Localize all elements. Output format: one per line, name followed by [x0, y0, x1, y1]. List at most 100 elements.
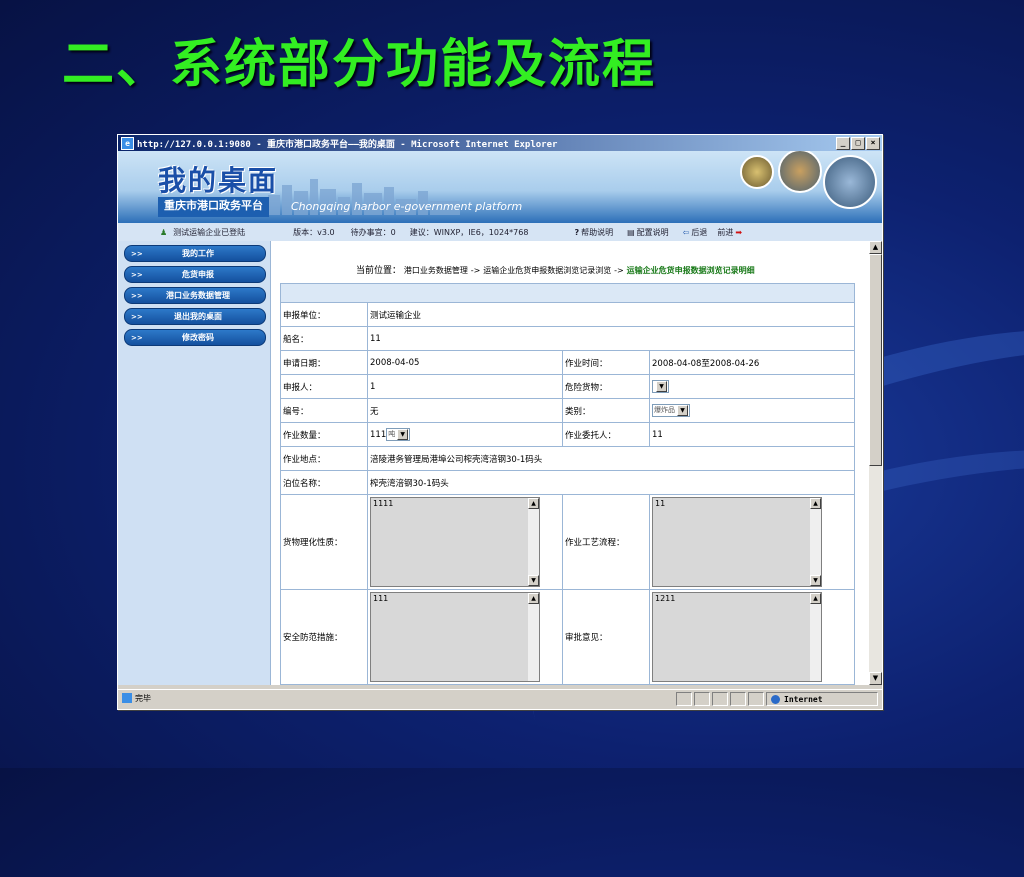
close-button[interactable]: ×: [866, 137, 880, 150]
scroll-up-icon[interactable]: ▲: [869, 241, 882, 254]
status-cell: [694, 692, 710, 706]
field-label: 危险货物：: [562, 374, 650, 399]
field-label: 申请日期：: [280, 350, 368, 375]
status-text: 完毕: [135, 693, 151, 703]
status-cell: [712, 692, 728, 706]
field-label: 申报单位：: [280, 302, 368, 327]
sidebar-item-label: 港口业务数据管理: [166, 291, 230, 300]
textarea-scrollbar[interactable]: ▲: [528, 593, 539, 681]
sidebar-item-label: 退出我的桌面: [174, 312, 222, 321]
field-label: 作业地点：: [280, 446, 368, 471]
sidebar-item-label: 我的工作: [182, 249, 214, 258]
browser-status-bar: 完毕 Internet: [118, 689, 882, 706]
field-label: 审批意见：: [562, 589, 650, 685]
browser-suggestion: 建议：WINXP，IE6，1024*768: [409, 227, 529, 237]
scroll-up-icon[interactable]: ▲: [528, 498, 539, 509]
ie-icon: e: [121, 136, 134, 150]
field-label: 作业数量：: [280, 422, 368, 447]
status-cell: [748, 692, 764, 706]
sidebar-item-my-work[interactable]: >> 我的工作: [124, 245, 266, 262]
sidebar-item-port-data[interactable]: >> 港口业务数据管理: [124, 287, 266, 304]
chevron-right-icon: >>: [131, 312, 143, 321]
banner-subtitle: 重庆市港口政务平台: [158, 197, 269, 217]
declaration-detail-table: 申报单位： 测试运输企业 船名： 11 申请日期： 2008-04-05 作业时…: [280, 283, 855, 685]
breadcrumb-separator: ->: [614, 266, 624, 275]
field-value-quantity: 111: [370, 430, 387, 440]
restore-button[interactable]: □: [851, 137, 865, 150]
help-icon: ?: [574, 227, 580, 237]
scroll-down-icon[interactable]: ▼: [528, 575, 539, 586]
field-value-client: 11: [649, 422, 855, 447]
forward-arrow-icon: ➡: [735, 227, 743, 237]
textarea-scrollbar[interactable]: ▲ ▼: [528, 498, 539, 586]
process-textarea[interactable]: 11 ▲ ▼: [652, 497, 822, 587]
sidebar-item-change-password[interactable]: >> 修改密码: [124, 329, 266, 346]
login-status: 测试运输企业已登陆: [173, 227, 246, 237]
page-done-icon: [122, 693, 132, 703]
chevron-down-icon: ▼: [397, 429, 409, 440]
chevron-right-icon: >>: [131, 270, 143, 279]
field-value-berth: 榨壳湾涪钢30-1码头: [367, 470, 855, 495]
field-label: 作业委托人：: [562, 422, 650, 447]
sidebar-item-hazmat-declare[interactable]: >> 危货申报: [124, 266, 266, 283]
scroll-up-icon[interactable]: ▲: [528, 593, 539, 604]
breadcrumb-prefix: 当前位置：: [356, 266, 402, 276]
zone-label: Internet: [784, 694, 823, 704]
scroll-down-icon[interactable]: ▼: [810, 575, 821, 586]
approval-textarea[interactable]: 1211 ▲: [652, 592, 822, 682]
scroll-down-icon[interactable]: ▼: [869, 672, 882, 685]
breadcrumb-level2[interactable]: 运输企业危货申报数据浏览记录浏览: [483, 266, 611, 275]
unit-select[interactable]: 吨 ▼: [386, 428, 411, 441]
safety-textarea[interactable]: 111 ▲: [370, 592, 540, 682]
page-scrollbar[interactable]: ▲ ▼: [869, 241, 882, 685]
field-value-ship: 11: [367, 326, 855, 351]
minimize-button[interactable]: _: [836, 137, 850, 150]
help-link[interactable]: 帮助说明: [581, 227, 613, 238]
chevron-down-icon: ▼: [656, 381, 667, 392]
config-link[interactable]: 配置说明: [637, 227, 669, 238]
sidebar-menu: >> 我的工作 >> 危货申报 >> 港口业务数据管理 >> 退出我的桌面 >>…: [118, 241, 271, 685]
forward-link[interactable]: 前进: [717, 227, 733, 238]
pending-count[interactable]: 待办事宜：0: [351, 227, 396, 238]
harbor-photo: [823, 155, 877, 209]
scroll-up-icon[interactable]: ▲: [810, 498, 821, 509]
scroll-up-icon[interactable]: ▲: [810, 593, 821, 604]
field-label: 类别：: [562, 398, 650, 423]
textarea-scrollbar[interactable]: ▲ ▼: [810, 498, 821, 586]
field-value-unit: 测试运输企业: [367, 302, 855, 327]
danger-goods-select[interactable]: ▼: [652, 380, 669, 393]
site-banner: 我的桌面 重庆市港口政务平台 Chongqing harbor e-govern…: [118, 151, 882, 223]
browser-window: e http://127.0.0.1:9080 - 重庆市港口政务平台——我的桌…: [117, 134, 883, 710]
harbor-photo: [778, 151, 822, 193]
window-titlebar: e http://127.0.0.1:9080 - 重庆市港口政务平台——我的桌…: [118, 135, 882, 151]
field-value-optime: 2008-04-08至2008-04-26: [649, 350, 855, 375]
field-label: 安全防范措施：: [280, 589, 368, 685]
properties-textarea[interactable]: 1111 ▲ ▼: [370, 497, 540, 587]
field-value-location: 涪陵港务管理局港埠公司榨壳湾涪钢30-1码头: [367, 446, 855, 471]
status-cell: [730, 692, 746, 706]
back-link[interactable]: 后退: [691, 227, 707, 238]
security-zone: Internet: [766, 692, 878, 706]
breadcrumb-current: 运输企业危货申报数据浏览记录明细: [626, 266, 755, 275]
main-content: 当前位置： 港口业务数据管理 -> 运输企业危货申报数据浏览记录浏览 -> 运输…: [271, 241, 869, 685]
back-arrow-icon: ⇦: [682, 227, 690, 237]
sidebar-item-exit[interactable]: >> 退出我的桌面: [124, 308, 266, 325]
globe-icon: [771, 694, 780, 704]
chevron-right-icon: >>: [131, 291, 143, 300]
textarea-scrollbar[interactable]: ▲: [810, 593, 821, 681]
sidebar-item-label: 危货申报: [182, 270, 214, 279]
version-text: 版本：v3.0: [293, 227, 335, 237]
banner-english-name: Chongqing harbor e-government platform: [291, 200, 523, 213]
window-title: http://127.0.0.1:9080 - 重庆市港口政务平台——我的桌面 …: [137, 139, 558, 150]
breadcrumb-level1[interactable]: 港口业务数据管理: [404, 266, 468, 275]
banner-title: 我的桌面: [158, 164, 279, 197]
field-label: 作业工艺流程：: [562, 494, 650, 590]
harbor-photo: [740, 155, 774, 189]
scrollbar-thumb[interactable]: [869, 254, 882, 466]
category-select[interactable]: 爆炸品 ▼: [652, 404, 690, 417]
field-label: 货物理化性质：: [280, 494, 368, 590]
slide-title: 二、系统部分功能及流程: [62, 35, 657, 95]
field-label: 作业时间：: [562, 350, 650, 375]
user-icon: ♟: [160, 227, 168, 237]
field-value-number: 无: [367, 398, 563, 423]
